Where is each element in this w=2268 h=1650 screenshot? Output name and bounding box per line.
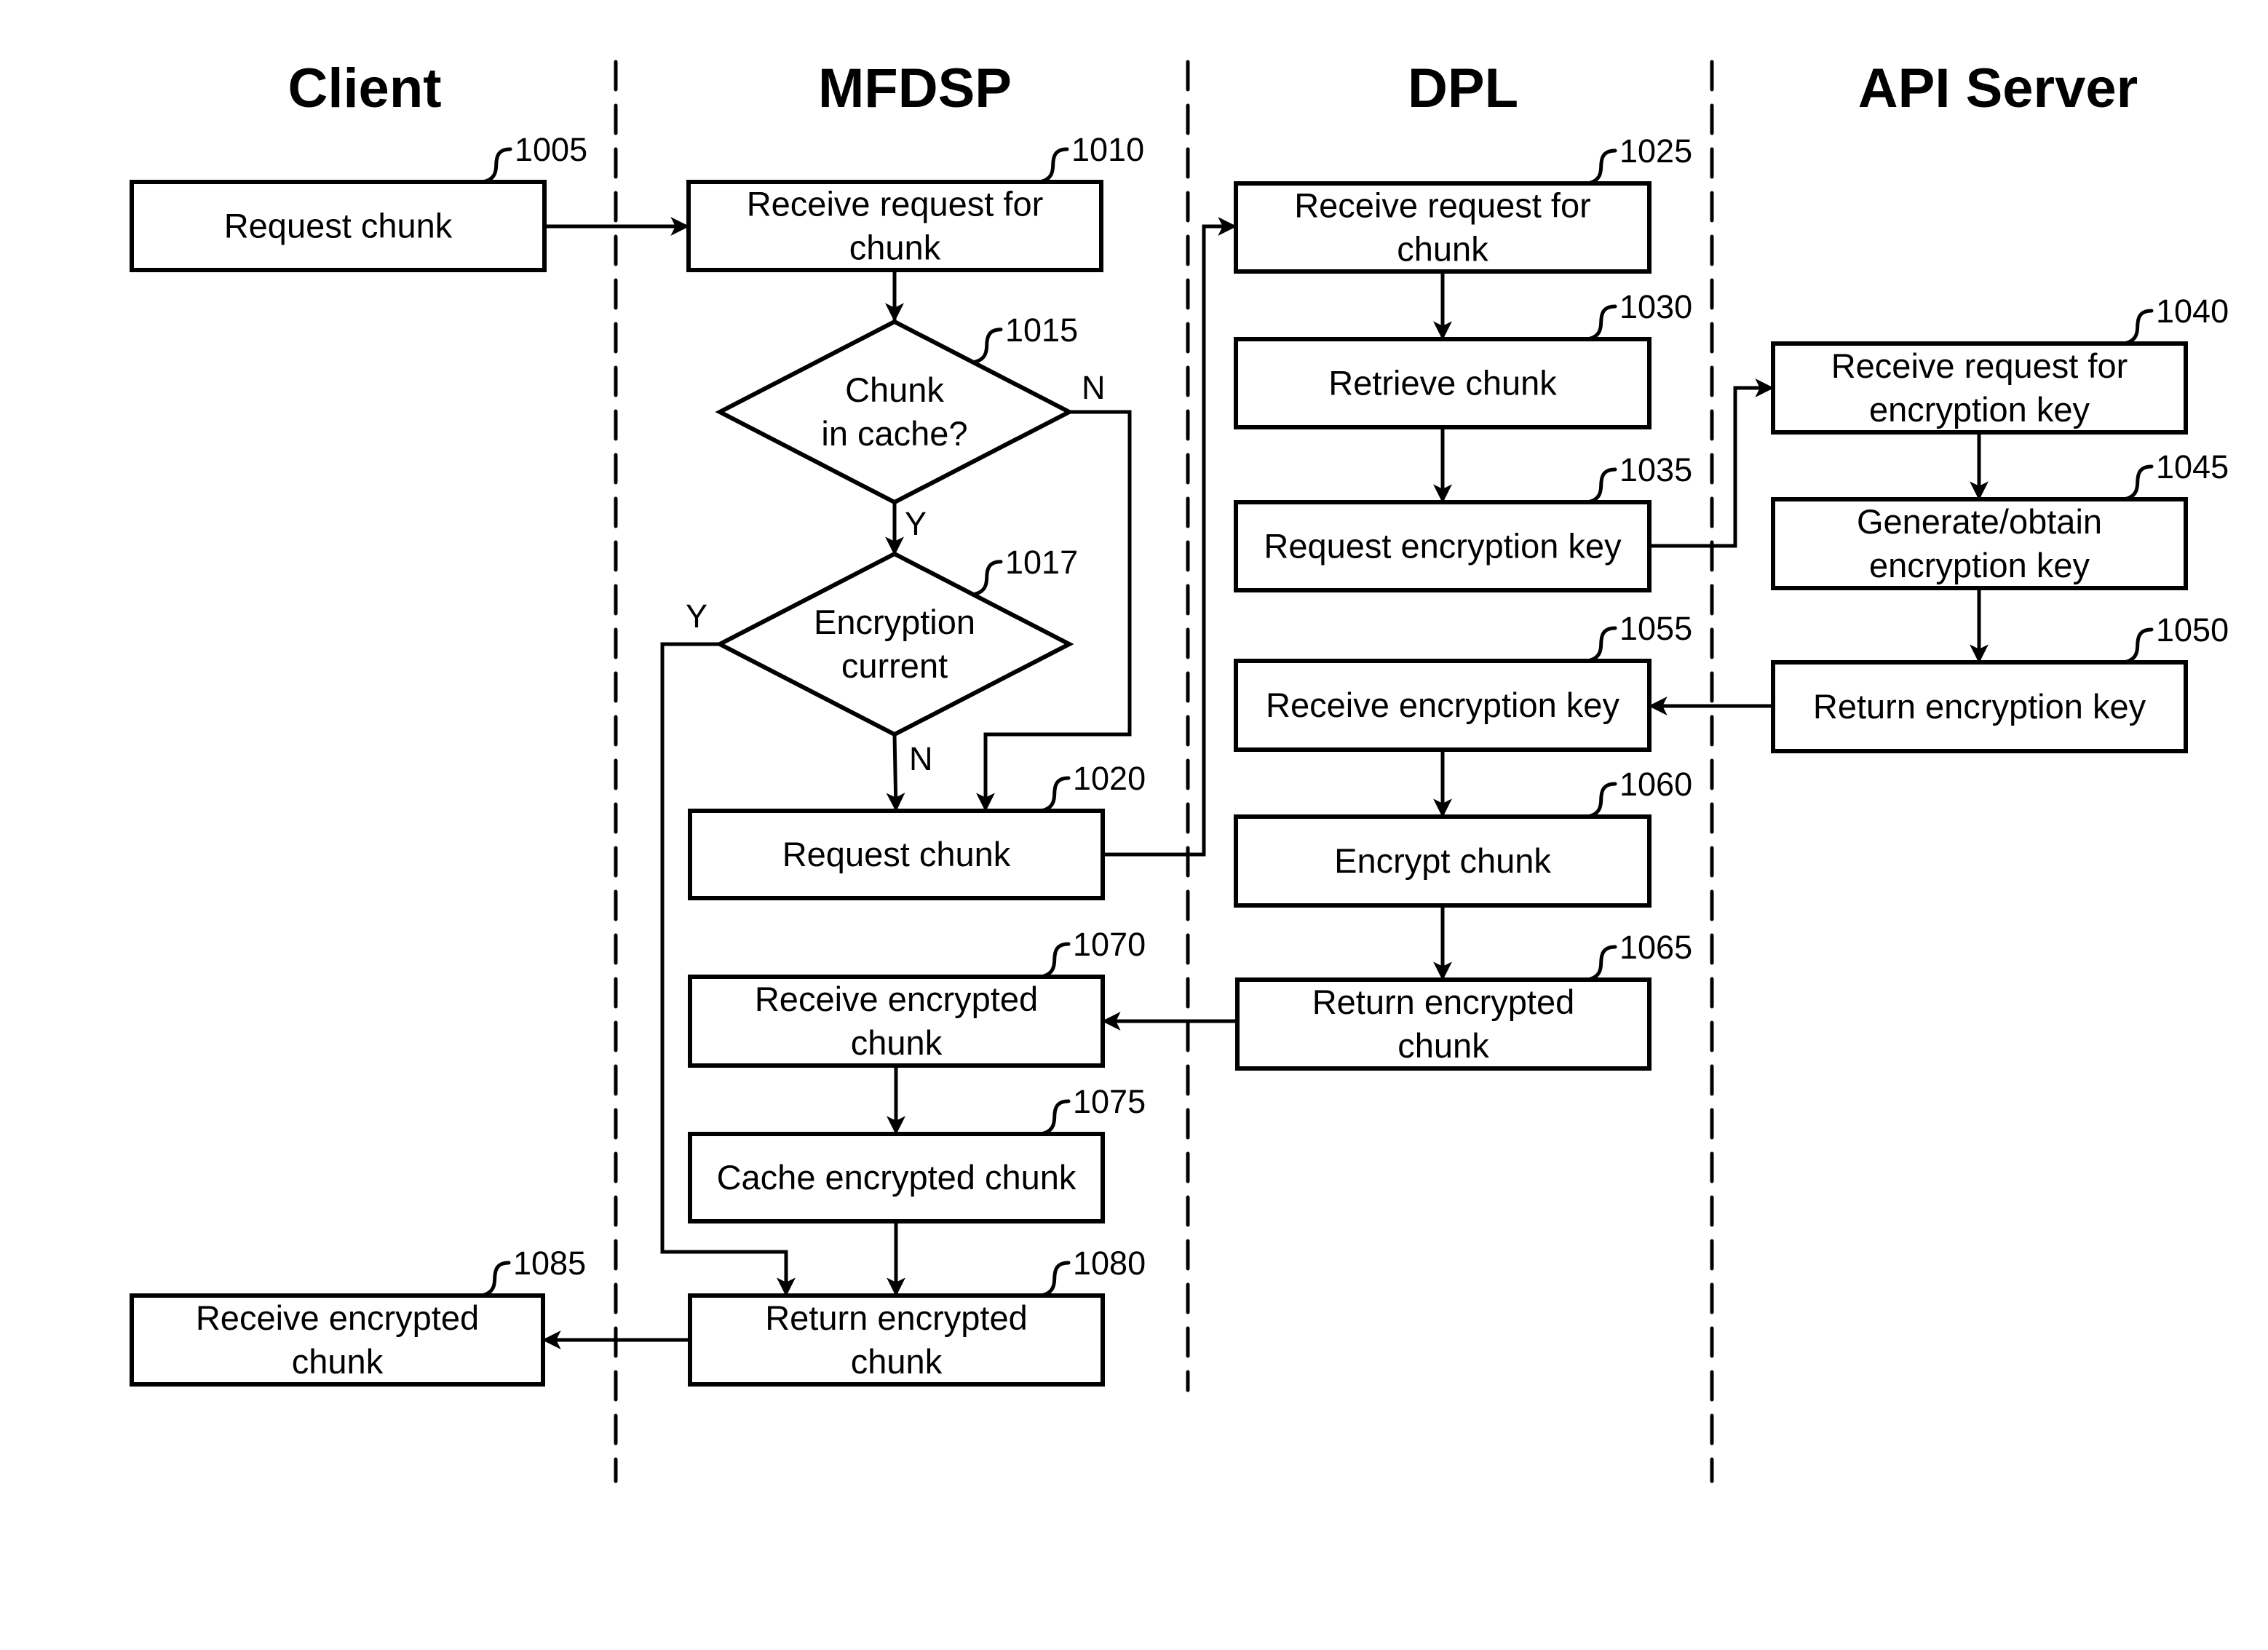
step-label-line: Retrieve chunk	[1328, 364, 1557, 402]
reference-leader	[1039, 776, 1071, 813]
reference-leader	[1585, 467, 1617, 504]
reference-number: 1055	[1619, 610, 1692, 647]
reference-leader	[1585, 148, 1617, 186]
step-1005: Request chunk 1005	[130, 131, 587, 272]
reference-leader	[1585, 782, 1617, 819]
branch-label-1015-yes: Y	[905, 505, 927, 542]
branch-label-1017-no: N	[909, 740, 933, 777]
reference-leader	[1585, 945, 1617, 982]
step-1030: Retrieve chunk 1030	[1234, 288, 1692, 429]
reference-number: 1035	[1619, 451, 1692, 488]
step-1060: Encrypt chunk 1060	[1234, 766, 1692, 908]
step-label-line: Return encrypted	[765, 1298, 1028, 1337]
reference-leader	[479, 1261, 511, 1298]
reference-leader	[2122, 627, 2154, 665]
flow-steps: Request chunk 1005 Receive request for chun…	[130, 131, 2229, 1387]
lane-title-dpl: DPL	[1408, 57, 1518, 119]
reference-leader	[2122, 464, 2154, 501]
step-label-line: Encryption	[814, 603, 975, 641]
step-1020: Request chunk 1020	[688, 760, 1146, 900]
reference-leader	[1585, 304, 1617, 341]
reference-number: 1065	[1619, 929, 1692, 966]
swimlane-flowchart: Client MFDSP DPL API Server N Y Y N Requ…	[130, 57, 2229, 1483]
step-label-line: chunk	[292, 1342, 384, 1381]
reference-leader	[1585, 626, 1617, 663]
step-label-line: Request encryption key	[1264, 527, 1622, 566]
step-label-line: Receive request for	[747, 185, 1044, 223]
decision-diamond	[715, 319, 1074, 505]
step-1017: Encryption current 1017	[715, 544, 1078, 737]
reference-leader	[971, 560, 1003, 597]
reference-number: 1025	[1619, 132, 1692, 170]
lane-title-api-server: API Server	[1858, 57, 2138, 119]
step-1015: Chunk in cache? 1015	[715, 312, 1078, 505]
step-label-line: chunk	[1397, 1026, 1489, 1065]
reference-number: 1010	[1071, 131, 1144, 168]
reference-number: 1070	[1073, 926, 1146, 963]
step-label-line: current	[841, 646, 948, 685]
step-label-line: chunk	[1397, 230, 1488, 269]
step-label-line: Receive encryption key	[1266, 686, 1619, 724]
reference-leader	[1037, 147, 1069, 184]
reference-leader	[971, 328, 1003, 365]
step-label-line: Chunk	[845, 370, 944, 409]
reference-number: 1045	[2156, 448, 2229, 485]
step-1045: Generate/obtain encryption key 1045	[1771, 448, 2229, 590]
reference-leader	[1039, 1099, 1071, 1136]
reference-number: 1085	[513, 1245, 586, 1282]
lane-title-client: Client	[288, 57, 441, 119]
reference-leader	[2122, 309, 2154, 346]
step-label-line: Request chunk	[782, 835, 1011, 873]
step-label-line: encryption key	[1869, 546, 2090, 584]
lane-title-mfdsp: MFDSP	[818, 57, 1012, 119]
step-1070: Receive encrypted chunk 1070	[688, 926, 1146, 1068]
branch-label-1015-no: N	[1082, 369, 1106, 406]
reference-number: 1017	[1005, 544, 1078, 581]
reference-number: 1030	[1619, 288, 1692, 325]
reference-number: 1015	[1005, 312, 1078, 349]
reference-leader	[1039, 1261, 1071, 1298]
reference-number: 1060	[1619, 766, 1692, 803]
step-label-line: Receive request for	[1294, 186, 1591, 225]
step-label-line: Receive request for	[1831, 346, 2128, 385]
step-label-line: encryption key	[1869, 390, 2090, 429]
step-1010: Receive request for chunk 1010	[686, 131, 1144, 272]
step-1050: Return encryption key 1050	[1771, 611, 2229, 753]
step-1080: Return encrypted chunk 1080	[688, 1245, 1146, 1387]
reference-number: 1050	[2156, 611, 2229, 649]
step-label-line: Return encrypted	[1312, 983, 1575, 1021]
step-label-line: in cache?	[821, 414, 967, 453]
step-label-line: Encrypt chunk	[1334, 841, 1551, 880]
reference-number: 1020	[1073, 760, 1146, 797]
decision-diamond	[715, 551, 1074, 737]
step-1035: Request encryption key 1035	[1234, 451, 1692, 592]
reference-number: 1075	[1073, 1083, 1146, 1120]
step-label-line: Receive encrypted	[196, 1298, 479, 1337]
step-1040: Receive request for encryption key 1040	[1771, 293, 2229, 435]
branch-label-1017-yes: Y	[686, 598, 707, 635]
reference-number: 1005	[515, 131, 587, 168]
step-label-line: Request chunk	[224, 207, 453, 245]
step-1055: Receive encryption key 1055	[1234, 610, 1692, 752]
step-label-line: Generate/obtain	[1857, 502, 2102, 541]
step-label-line: chunk	[849, 229, 941, 267]
step-label-line: Receive encrypted	[755, 980, 1038, 1018]
step-1085: Receive encrypted chunk 1085	[130, 1245, 586, 1387]
reference-leader	[480, 147, 512, 184]
reference-number: 1040	[2156, 293, 2229, 330]
step-label-line: Return encryption key	[1813, 687, 2146, 726]
step-label-line: Cache encrypted chunk	[717, 1158, 1076, 1197]
step-label-line: chunk	[851, 1342, 943, 1381]
step-1075: Cache encrypted chunk 1075	[688, 1083, 1146, 1223]
reference-leader	[1039, 942, 1071, 979]
step-1065: Return encrypted chunk 1065	[1235, 929, 1692, 1071]
flow-1017-no-to-1020	[886, 734, 905, 812]
step-label-line: chunk	[851, 1023, 943, 1062]
step-1025: Receive request for chunk 1025	[1234, 132, 1692, 274]
reference-number: 1080	[1073, 1245, 1146, 1282]
